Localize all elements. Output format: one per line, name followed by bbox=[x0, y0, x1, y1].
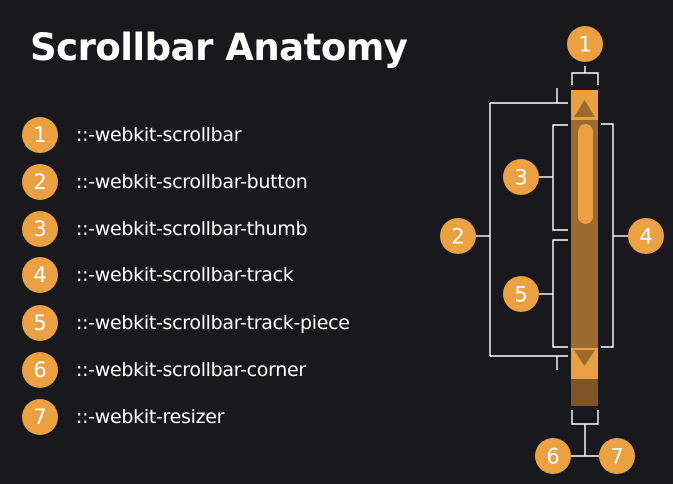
bracket-3 bbox=[552, 124, 568, 231]
scrollbar-diagram: 1 2 3 4 5 6 7 bbox=[440, 26, 664, 474]
bracket-4 bbox=[601, 123, 614, 348]
bracket-5 bbox=[552, 239, 568, 348]
callout-5: 5 bbox=[503, 276, 539, 312]
callout-3-label: 3 bbox=[514, 166, 527, 190]
callout-6-label: 6 bbox=[546, 445, 559, 469]
callout-2: 2 bbox=[440, 218, 476, 254]
connector-6-7 bbox=[571, 424, 599, 457]
callout-1-label: 1 bbox=[578, 33, 591, 57]
callout-4-label: 4 bbox=[639, 225, 652, 249]
callout-2-label: 2 bbox=[451, 225, 464, 249]
bracket-6-7 bbox=[571, 410, 599, 425]
callout-4: 4 bbox=[628, 218, 664, 254]
scrollbar-corner bbox=[571, 379, 598, 406]
bracket-lines bbox=[476, 66, 628, 457]
callout-5-label: 5 bbox=[514, 283, 527, 307]
callout-7: 7 bbox=[599, 438, 635, 474]
callout-7-label: 7 bbox=[610, 445, 623, 469]
bracket-1 bbox=[571, 72, 599, 85]
scrollbar-thumb bbox=[578, 124, 593, 224]
callout-1: 1 bbox=[567, 26, 603, 62]
callout-6: 6 bbox=[535, 438, 571, 474]
bracket-2 bbox=[489, 102, 557, 357]
callout-3: 3 bbox=[503, 159, 539, 195]
